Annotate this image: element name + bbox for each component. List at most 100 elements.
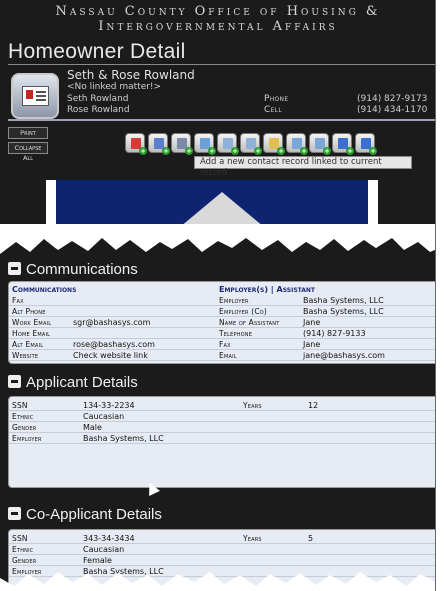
add-icon: +	[162, 147, 170, 155]
field-label: Employer	[12, 434, 42, 443]
cell-label: Cell	[264, 105, 282, 115]
field-label: Website	[12, 351, 39, 360]
cell-value: (914) 434-1170	[357, 105, 428, 115]
applicant-title: Applicant Details	[26, 374, 138, 391]
header-rule	[8, 119, 435, 121]
field-value[interactable]: sgr@bashasys.com	[73, 317, 150, 328]
table-row: Website Check website link Email jane@basha…	[9, 350, 435, 361]
toolbar-button-mail-icon[interactable]: +	[309, 133, 331, 155]
toolbar-button-folder-icon[interactable]: +	[263, 133, 285, 155]
field-label: Employer (Co)	[219, 307, 268, 316]
agency-title: Nassau County Office of Housing & Interg…	[55, 4, 381, 34]
toolbar-button-document-icon[interactable]: +	[217, 133, 239, 155]
add-icon: +	[139, 147, 147, 155]
communications-header: Communications	[12, 285, 77, 294]
field-label: Ethnic	[12, 545, 34, 554]
collapse-icon[interactable]	[8, 507, 21, 520]
phone-value: (914) 827-9173	[357, 94, 428, 104]
toolbar-tooltip: Add a new contact record linked to curre…	[194, 156, 412, 178]
field-value[interactable]: Caucasian	[83, 544, 124, 555]
toolbar-button-report-icon[interactable]: +	[125, 133, 147, 155]
field-value[interactable]: Basha Systems, LLC	[303, 295, 384, 306]
page-title: Homeowner Detail	[8, 40, 186, 63]
collapse-icon[interactable]	[8, 375, 21, 388]
field-value[interactable]: Check website link	[73, 350, 148, 361]
field-label: Telephone	[219, 329, 253, 338]
table-row: Employer Basha Systems, LLC	[9, 433, 435, 444]
field-value[interactable]: 343-34-3434	[83, 533, 135, 544]
field-label: Work Email	[12, 318, 52, 327]
communications-section-header[interactable]: Communications	[8, 261, 138, 278]
table-row: Alt Phone Employer (Co) Basha Systems, LLC	[9, 306, 435, 317]
toolbar-button-notes-icon[interactable]: +	[148, 133, 170, 155]
field-value[interactable]: Male	[83, 422, 102, 433]
coapplicant-title: Co-Applicant Details	[26, 506, 162, 523]
field-label: Name of Assistant	[219, 318, 280, 327]
communications-title: Communications	[26, 261, 138, 278]
field-label: Home Email	[12, 329, 51, 338]
add-icon: +	[231, 147, 239, 155]
field-value[interactable]: Jane	[303, 339, 320, 350]
homeowner-avatar-icon[interactable]	[11, 73, 59, 119]
member-2: Rose Rowland	[67, 105, 130, 115]
field-value[interactable]: Basha Systems, LLC	[83, 433, 164, 444]
add-icon: +	[254, 147, 262, 155]
field-value[interactable]: 5	[308, 533, 313, 544]
toolbar-button-browser-icon[interactable]: +	[332, 133, 354, 155]
table-row: Gender Male	[9, 422, 435, 433]
field-value[interactable]: (914) 827-9133	[303, 328, 366, 339]
applicant-section-header[interactable]: Applicant Details	[8, 374, 138, 391]
member-1: Seth Rowland	[67, 94, 129, 104]
table-row: Home Email Telephone (914) 827-9133	[9, 328, 435, 339]
table-row: Work Email sgr@bashasys.com Name of Assist…	[9, 317, 435, 328]
field-label: Fax	[219, 340, 231, 349]
add-icon: +	[369, 147, 377, 155]
title-rule	[8, 64, 435, 65]
add-icon: +	[346, 147, 354, 155]
employer-assistant-header: Employer(s) | Assistant	[219, 285, 316, 294]
field-value[interactable]: Basha Systems, LLC	[303, 306, 384, 317]
collapse-icon[interactable]	[8, 262, 21, 275]
field-label: Ethnic	[12, 412, 34, 421]
linked-matter[interactable]: <No linked matter!>	[67, 82, 161, 92]
page: Nassau County Office of Housing & Interg…	[0, 0, 436, 591]
phone-label: Phone	[264, 94, 289, 104]
field-label: Fax	[12, 296, 24, 305]
add-icon: +	[185, 147, 193, 155]
field-label: Alt Email	[12, 340, 44, 349]
toolbar-button-mail-icon[interactable]: +	[286, 133, 308, 155]
table-row: Fax Employer Basha Systems, LLC	[9, 295, 435, 306]
add-icon: +	[300, 147, 308, 155]
field-label: Email	[219, 351, 237, 360]
table-row: Ethnic Caucasian	[9, 544, 435, 555]
toolbar-button-contact-icon[interactable]: +	[194, 133, 216, 155]
field-label: Employer	[219, 296, 249, 305]
field-label: Alt Phone	[12, 307, 46, 316]
toolbar-button-document-icon[interactable]: +	[240, 133, 262, 155]
field-value[interactable]: Caucasian	[83, 411, 124, 422]
field-label: SSN	[12, 534, 28, 543]
field-label: Gender	[12, 423, 37, 432]
coapplicant-section-header[interactable]: Co-Applicant Details	[8, 506, 162, 523]
communications-panel: Communications Employer(s) | Assistant F…	[8, 281, 435, 364]
table-row: SSN 343-34-3434 Years 5	[9, 533, 435, 544]
field-label: SSN	[12, 401, 28, 410]
table-row: SSN 134-33-2234 Years 12	[9, 400, 435, 411]
field-value[interactable]: rose@bashasys.com	[73, 339, 155, 350]
table-row: Ethnic Caucasian	[9, 411, 435, 422]
bottom-torn-edge	[0, 572, 435, 591]
toolbar-button-browser-icon[interactable]: +	[355, 133, 377, 155]
applicant-panel: SSN 134-33-2234 Years 12 Ethnic Caucasian Gend…	[8, 396, 435, 488]
field-value[interactable]: 134-33-2234	[83, 400, 135, 411]
field-label: Years	[243, 401, 262, 410]
table-row: Alt Email rose@bashasys.com Fax Jane	[9, 339, 435, 350]
print-button[interactable]: Print	[8, 127, 48, 139]
field-value[interactable]: Jane	[303, 317, 320, 328]
field-value[interactable]: jane@bashasys.com	[303, 350, 385, 361]
toolbar-button-contact-icon[interactable]: +	[171, 133, 193, 155]
field-label: Years	[243, 534, 262, 543]
add-icon: +	[323, 147, 331, 155]
field-value[interactable]: 12	[308, 400, 318, 411]
collapse-all-button[interactable]: Collapse All	[8, 142, 48, 162]
household-name: Seth & Rose Rowland	[67, 68, 195, 82]
